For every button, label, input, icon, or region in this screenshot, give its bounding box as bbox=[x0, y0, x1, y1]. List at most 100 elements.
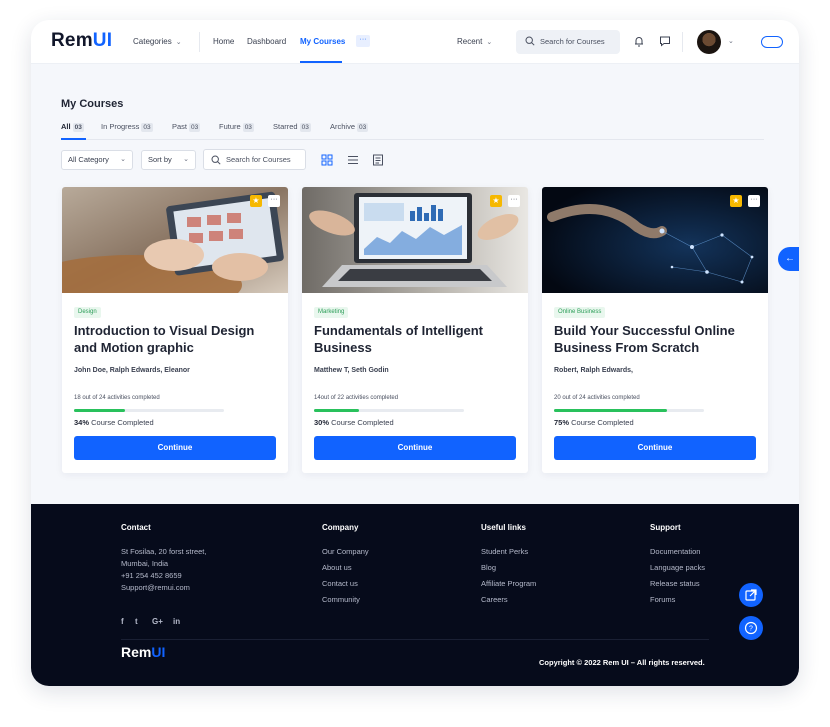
app-window: RemUI Categories ⌄ Home Dashboard My Cour… bbox=[31, 20, 799, 686]
nav-my-courses[interactable]: My Courses bbox=[300, 37, 345, 46]
course-card[interactable]: ★ ··· Design Introduction to Visual Desi… bbox=[62, 187, 288, 473]
divider bbox=[682, 32, 683, 52]
contact-email[interactable]: Support@remui.com bbox=[121, 583, 190, 592]
search-placeholder: Search for Courses bbox=[226, 155, 291, 164]
footer-divider bbox=[121, 639, 709, 640]
continue-button[interactable]: Continue bbox=[314, 436, 516, 460]
footer-link[interactable]: Community bbox=[322, 595, 360, 604]
chevron-down-icon[interactable]: ⌄ bbox=[728, 37, 734, 45]
footer-link[interactable]: Release status bbox=[650, 579, 700, 588]
footer-link[interactable]: Affiliate Program bbox=[481, 579, 536, 588]
list-view-icon[interactable] bbox=[347, 154, 359, 166]
tab-in-progress[interactable]: In Progress 03 bbox=[101, 122, 153, 132]
course-authors: John Doe, Ralph Edwards, Eleanor bbox=[74, 367, 190, 374]
tab-past[interactable]: Past 03 bbox=[172, 122, 201, 132]
summary-view-icon[interactable] bbox=[372, 154, 384, 166]
more-icon[interactable]: ··· bbox=[748, 195, 760, 207]
svg-text:?: ? bbox=[749, 626, 753, 633]
linkedin-icon[interactable]: in bbox=[173, 617, 180, 626]
category-select[interactable]: All Category ⌄ bbox=[61, 150, 133, 170]
nav-home[interactable]: Home bbox=[213, 37, 234, 46]
more-icon[interactable]: ··· bbox=[268, 195, 280, 207]
course-image: ★ ··· bbox=[62, 187, 288, 293]
footer-link[interactable]: Language packs bbox=[650, 563, 705, 572]
footer: Contact St Fosilaa, 20 forst street, Mum… bbox=[31, 504, 799, 686]
nav-dashboard[interactable]: Dashboard bbox=[247, 37, 286, 46]
tabs-divider bbox=[61, 139, 764, 140]
course-completion: 30% Course Completed bbox=[314, 418, 394, 427]
nav-active-indicator bbox=[300, 61, 342, 63]
footer-logo[interactable]: RemUI bbox=[121, 644, 165, 660]
chevron-down-icon: ⌄ bbox=[486, 39, 493, 46]
tab-starred[interactable]: Starred 03 bbox=[273, 122, 311, 132]
footer-link[interactable]: Forums bbox=[650, 595, 675, 604]
top-header: RemUI Categories ⌄ Home Dashboard My Cour… bbox=[31, 20, 799, 64]
recent-dropdown[interactable]: Recent ⌄ bbox=[457, 37, 492, 46]
course-category-tag: Marketing bbox=[314, 307, 349, 318]
progress-bar bbox=[554, 409, 704, 412]
progress-fill bbox=[554, 409, 667, 412]
sort-select[interactable]: Sort by ⌄ bbox=[141, 150, 196, 170]
help-button[interactable]: ? bbox=[739, 616, 763, 640]
star-icon[interactable]: ★ bbox=[250, 195, 262, 207]
footer-company-heading: Company bbox=[322, 523, 359, 532]
course-search-input[interactable]: Search for Courses bbox=[203, 149, 306, 170]
header-search-placeholder: Search for Courses bbox=[540, 37, 605, 46]
google-plus-icon[interactable]: G+ bbox=[152, 617, 163, 626]
progress-fill bbox=[314, 409, 359, 412]
footer-link[interactable]: Our Company bbox=[322, 547, 369, 556]
facebook-icon[interactable]: f bbox=[121, 617, 124, 626]
contact-city: Mumbai, India bbox=[121, 559, 169, 568]
course-card[interactable]: ★ ··· Online Business Build Your Success… bbox=[542, 187, 768, 473]
footer-link[interactable]: Contact us bbox=[322, 579, 358, 588]
course-authors: Robert, Ralph Edwards, bbox=[554, 367, 633, 374]
chevron-down-icon: ⌄ bbox=[120, 156, 126, 163]
grid-view-icon[interactable] bbox=[321, 154, 333, 166]
footer-useful-heading: Useful links bbox=[481, 523, 526, 532]
activities-progress: 18 out of 24 activities completed bbox=[74, 395, 160, 401]
chevron-down-icon: ⌄ bbox=[175, 39, 182, 46]
tab-count-badge: 03 bbox=[242, 123, 254, 132]
theme-toggle[interactable] bbox=[761, 36, 783, 48]
footer-link[interactable]: Documentation bbox=[650, 547, 700, 556]
twitter-icon[interactable]: t bbox=[135, 617, 138, 626]
footer-link[interactable]: About us bbox=[322, 563, 352, 572]
footer-link[interactable]: Careers bbox=[481, 595, 508, 604]
course-category-tag: Design bbox=[74, 307, 101, 318]
chat-icon[interactable] bbox=[658, 34, 672, 48]
tab-archive[interactable]: Archive 03 bbox=[330, 122, 369, 132]
course-image: ★ ··· bbox=[302, 187, 528, 293]
tab-future[interactable]: Future 03 bbox=[219, 122, 254, 132]
more-menu-button[interactable]: ··· bbox=[356, 35, 370, 47]
categories-dropdown[interactable]: Categories ⌄ bbox=[133, 37, 182, 46]
copyright-text: Copyright © 2022 Rem UI – All rights res… bbox=[539, 658, 705, 667]
contact-phone[interactable]: +91 254 452 8659 bbox=[121, 571, 182, 580]
tab-count-badge: 03 bbox=[299, 123, 311, 132]
star-icon[interactable]: ★ bbox=[490, 195, 502, 207]
header-search[interactable]: Search for Courses bbox=[516, 30, 620, 54]
tab-all[interactable]: All 03 bbox=[61, 122, 84, 132]
star-icon[interactable]: ★ bbox=[730, 195, 742, 207]
tab-active-indicator bbox=[61, 138, 86, 140]
search-icon bbox=[525, 36, 535, 46]
avatar[interactable] bbox=[697, 30, 721, 54]
arrow-left-icon: ← bbox=[785, 253, 795, 264]
more-icon[interactable]: ··· bbox=[508, 195, 520, 207]
course-title[interactable]: Build Your Successful Online Business Fr… bbox=[554, 322, 759, 356]
tab-count-badge: 03 bbox=[189, 123, 201, 132]
continue-button[interactable]: Continue bbox=[74, 436, 276, 460]
brand-logo[interactable]: RemUI bbox=[51, 30, 112, 52]
course-card[interactable]: ★ ··· Marketing Fundamentals of Intellig… bbox=[302, 187, 528, 473]
contact-address-line: St Fosilaa, 20 forst street, bbox=[121, 547, 207, 556]
open-external-button[interactable] bbox=[739, 583, 763, 607]
bell-icon[interactable] bbox=[632, 34, 646, 48]
footer-support-heading: Support bbox=[650, 523, 681, 532]
course-title[interactable]: Fundamentals of Intelligent Business bbox=[314, 322, 519, 356]
chevron-down-icon: ⌄ bbox=[183, 156, 189, 163]
footer-link[interactable]: Student Perks bbox=[481, 547, 528, 556]
footer-link[interactable]: Blog bbox=[481, 563, 496, 572]
activities-progress: 20 out of 24 activities completed bbox=[554, 395, 640, 401]
drawer-toggle-button[interactable]: ← bbox=[778, 247, 799, 271]
course-title[interactable]: Introduction to Visual Design and Motion… bbox=[74, 322, 279, 356]
continue-button[interactable]: Continue bbox=[554, 436, 756, 460]
